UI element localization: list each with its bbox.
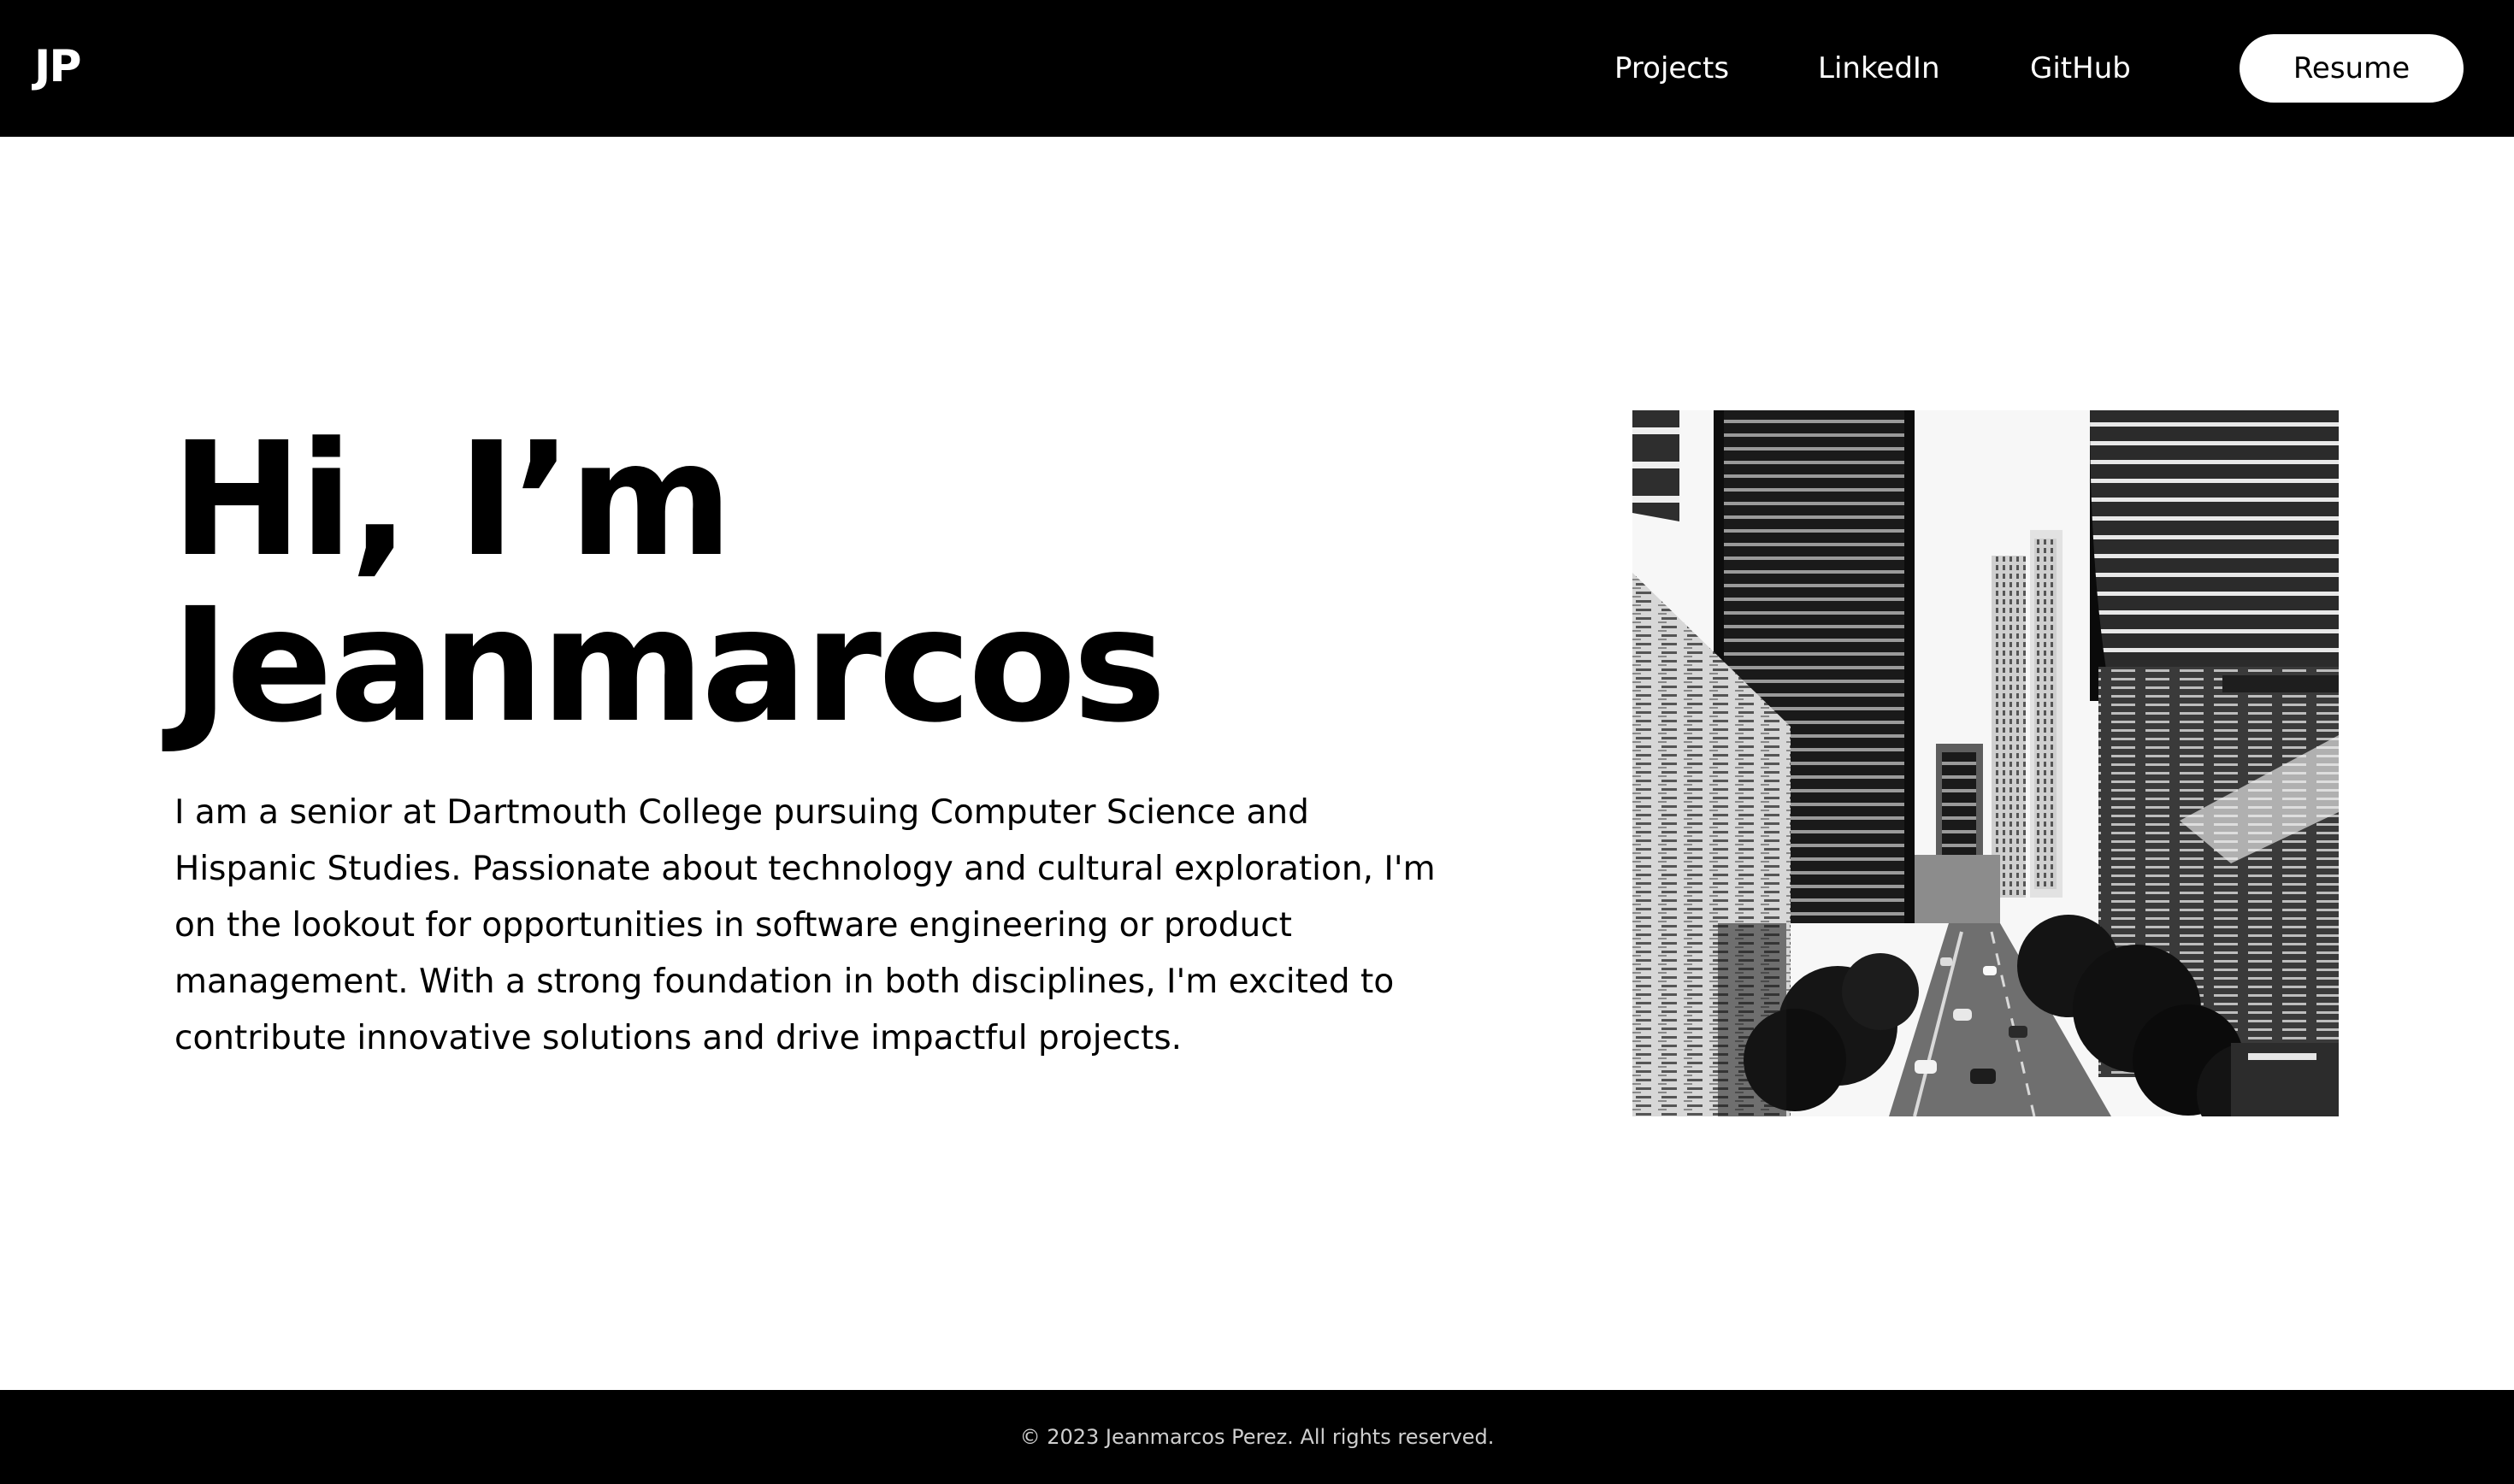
hero-heading-line-2: Jeanmarcos xyxy=(171,574,1166,757)
portfolio-page: JP Projects LinkedIn GitHub Resume Hi, I… xyxy=(0,0,2514,1484)
copyright-text: © 2023 Jeanmarcos Perez. All rights rese… xyxy=(1019,1425,1495,1449)
hero-heading-line-1: Hi, I’m xyxy=(171,409,733,592)
resume-button[interactable]: Resume xyxy=(2240,34,2464,103)
city-street-photo xyxy=(1632,410,2339,1116)
top-navigation-bar: JP Projects LinkedIn GitHub Resume xyxy=(0,0,2514,137)
page-footer: © 2023 Jeanmarcos Perez. All rights rese… xyxy=(0,1390,2514,1484)
logo-home-link[interactable]: JP xyxy=(34,41,81,92)
hero-heading: Hi, I’m Jeanmarcos xyxy=(171,409,1166,757)
nav-link-linkedin[interactable]: LinkedIn xyxy=(1818,0,1940,137)
nav-link-projects[interactable]: Projects xyxy=(1614,0,1729,137)
nav-link-github[interactable]: GitHub xyxy=(2030,0,2131,137)
hero-description: I am a senior at Dartmouth College pursu… xyxy=(174,793,1436,1057)
